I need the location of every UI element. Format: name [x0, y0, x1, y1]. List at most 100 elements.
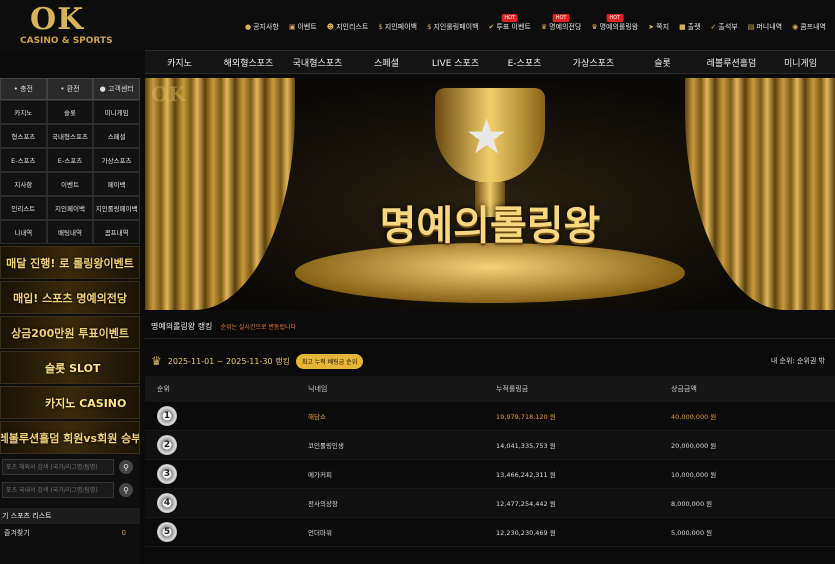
sidebar-item[interactable]: 국내형스포츠 [46, 124, 94, 148]
prize-amount: 10,000,000 원 [671, 471, 717, 479]
top-menu-item[interactable]: ▣ 이벤트 [284, 22, 322, 32]
medal-icon: 2 [157, 435, 177, 455]
top-menu-item[interactable]: ☻ 지인리스트 [322, 22, 374, 32]
banner-hall-of-fame[interactable]: 매입! 스포츠 명예의전당 [0, 281, 140, 314]
prize-amount: 20,000,000 원 [671, 442, 717, 450]
trophy-icon: ♛ [591, 23, 598, 31]
top-menu-label: 명예의롤링왕 [599, 23, 639, 31]
sidebar-item[interactable]: E-스포츠 [0, 148, 47, 172]
nickname: 언더마워 [308, 529, 332, 537]
search-icon[interactable]: ⚲ [119, 483, 133, 497]
hot-badge: HOT [501, 14, 519, 22]
sidebar-item[interactable]: 인리스트 [0, 196, 47, 220]
sidebar-item[interactable]: 콤프내역 [93, 220, 140, 244]
top-menu-label: 출석부 [718, 23, 738, 31]
ranking-title: 명예의롤링왕 랭킹 [151, 322, 213, 331]
deposit-button[interactable]: • 충전 [0, 78, 47, 100]
wallet-icon: ▤ [747, 23, 755, 31]
banner-casino[interactable]: 카지노 CASINO [0, 386, 140, 419]
sidebar-item[interactable]: E-스포츠 [46, 148, 94, 172]
top-menu-item[interactable]: HOT ✔ 투표 이벤트 [484, 14, 536, 32]
sidebar-item[interactable]: 지인페이백 [46, 196, 94, 220]
nav-holdem[interactable]: 레볼루션홀덤 [697, 56, 766, 69]
support-button[interactable]: ● 고객센터 [93, 78, 141, 100]
overseas-search-input[interactable] [2, 459, 114, 475]
sidebar-item[interactable]: 카지노 [0, 100, 47, 124]
sidebar-item[interactable]: 지사항 [0, 172, 47, 196]
table-row: 4 전사의상장 12,477,254,442 원 8,000,000 원 [145, 489, 835, 518]
sidebar-item[interactable]: 니내역 [0, 220, 47, 244]
medal-icon: 4 [157, 493, 177, 513]
table-row: 2 코인롤링인생 14,041,335,753 원 20,000,000 원 [145, 431, 835, 460]
money-icon: $ [426, 23, 432, 31]
sidebar-item[interactable]: 슬롯 [46, 100, 94, 124]
prize-amount: 5,000,000 원 [671, 529, 713, 537]
sidebar-item[interactable]: 이벤트 [46, 172, 94, 196]
logo-tagline: CASINO & SPORTS [20, 36, 113, 46]
top-menu-item[interactable]: HOT ♛ 명예의롤링왕 [586, 14, 643, 32]
domestic-search-input[interactable] [2, 482, 114, 498]
my-rank: 내 순위: 순위권 밖 [770, 357, 825, 365]
sidebar-item[interactable]: 형스포츠 [0, 124, 47, 148]
nav-special[interactable]: 스페셜 [352, 56, 421, 69]
logo[interactable]: OK CASINO & SPORTS [18, 2, 118, 48]
info-icon: ● [244, 23, 252, 31]
top-menu-label: 명예의전당 [549, 23, 582, 31]
top-menu-item[interactable]: $ 지인페이백 [373, 22, 422, 32]
hero-title: 명예의롤링왕 [379, 203, 601, 249]
hot-badge: HOT [552, 14, 570, 22]
header-rolling: 누적롤링금 [496, 385, 529, 393]
medal-icon: 5 [157, 522, 177, 542]
top-menu: ● 공지사항 ▣ 이벤트 ☻ 지인리스트 $ 지인페이백 $ 지인롤링페이백 HOT ✔ 투표… [240, 14, 831, 32]
sidebar-item[interactable]: 스페셜 [93, 124, 140, 148]
nav-live-sports[interactable]: LIVE 스포츠 [421, 56, 490, 69]
search-icon[interactable]: ⚲ [119, 460, 133, 474]
sidebar-item[interactable]: 미니게임 [93, 100, 140, 124]
sidebar-item[interactable]: 페이백 [93, 172, 140, 196]
top-menu-label: 이벤트 [297, 23, 317, 31]
sports-list-header: 기 스포츠 리스트 [0, 508, 140, 524]
top-menu-label: 투표 이벤트 [496, 23, 531, 31]
banner-vote-event[interactable]: 상금200만원 투표이벤트 [0, 316, 140, 349]
top-menu-item[interactable]: ◉ 콤프내역 [787, 22, 831, 32]
prize-amount: 40,000,000 원 [671, 413, 717, 421]
top-menu-item[interactable]: ● 공지사항 [240, 22, 284, 32]
top-bar: OK CASINO & SPORTS ● 공지사항 ▣ 이벤트 ☻ 지인리스트 $ 지인… [0, 0, 835, 50]
nav-esports[interactable]: E-스포츠 [490, 56, 559, 69]
search-row: ⚲ [0, 480, 140, 500]
top-menu-item[interactable]: ✓ 출석부 [706, 22, 743, 32]
rolling-amount: 12,230,230,469 원 [496, 529, 556, 537]
top-menu-item[interactable]: HOT ♛ 명예의전당 [536, 14, 586, 32]
withdraw-button[interactable]: • 환전 [46, 78, 94, 100]
nav-virtual-sports[interactable]: 가상스포츠 [559, 56, 628, 69]
medal-icon: 3 [157, 464, 177, 484]
nickname: 메가커피 [308, 471, 332, 479]
sidebar-item[interactable]: 가상스포츠 [93, 148, 140, 172]
nav-slot[interactable]: 슬롯 [628, 56, 697, 69]
favorites-item[interactable]: 즐겨찾기 0 [0, 524, 140, 542]
favorites-count: 0 [121, 529, 126, 537]
top-menu-label: 지인리스트 [336, 23, 369, 31]
top-menu-item[interactable]: ➤ 쪽지 [643, 22, 674, 32]
nav-minigame[interactable]: 미니게임 [766, 56, 835, 69]
top-menu-item[interactable]: ▤ 머니내역 [743, 22, 787, 32]
top-menu-item[interactable]: $ 지인롤링페이백 [422, 22, 484, 32]
top-menu-label: 콤프내역 [800, 23, 826, 31]
banner-slot[interactable]: 슬롯 SLOT [0, 351, 140, 384]
nav-domestic-sports[interactable]: 국내형스포츠 [283, 56, 352, 69]
sidebar-item[interactable]: 지인롤링페이백 [93, 196, 140, 220]
banner-holdem[interactable]: 레볼루션홀덤 회원vs회원 승부 [0, 421, 140, 454]
check-icon: ✓ [710, 23, 717, 31]
header-prize: 상금금액 [671, 385, 697, 393]
banner-rolling-event[interactable]: 매달 진행! 로 롤링왕이벤트 [0, 246, 140, 279]
nav-overseas-sports[interactable]: 해외형스포츠 [214, 56, 283, 69]
sidebar-item[interactable]: 배팅내역 [46, 220, 94, 244]
ranking-note: 순위는 실시간으로 변동됩니다 [220, 324, 297, 331]
table-row: 1 해담쇼 19,979,718,120 원 40,000,000 원 [145, 402, 835, 431]
people-icon: ☻ [326, 23, 335, 31]
header-nickname: 닉네임 [308, 385, 328, 393]
trophy-icon: ♛ [540, 23, 548, 31]
nav-casino[interactable]: 카지노 [145, 56, 214, 69]
top-menu-item[interactable]: ■ 출렛 [674, 22, 706, 32]
sidebar-grid: 카지노 슬롯 미니게임 형스포츠 국내형스포츠 스페셜 E-스포츠 E-스포츠 … [0, 100, 140, 244]
